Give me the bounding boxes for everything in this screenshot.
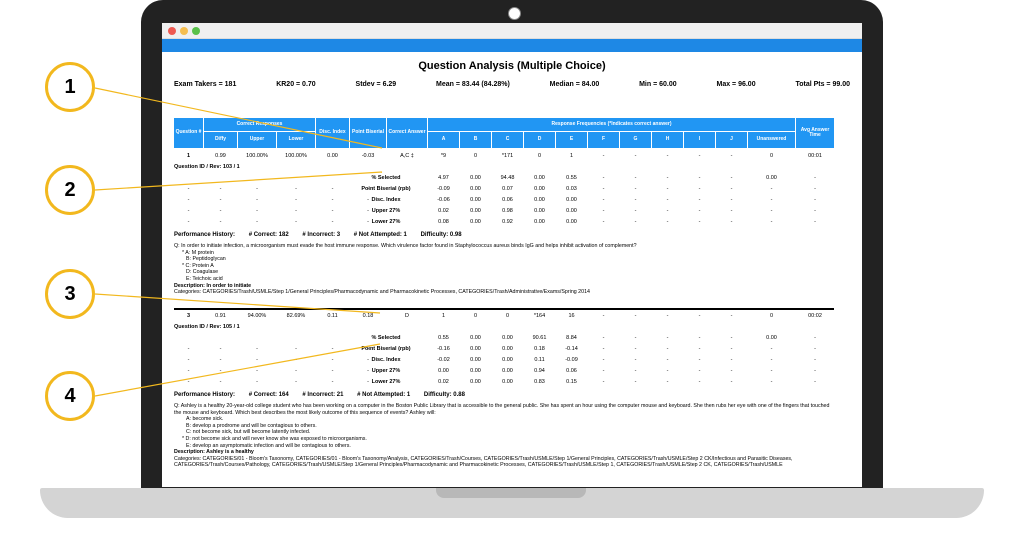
callout-3: 3 (45, 269, 95, 319)
callout-line-1 (94, 87, 383, 149)
callout-line-4 (94, 343, 381, 397)
callout-line-2 (94, 171, 383, 191)
callout-4: 4 (45, 371, 95, 421)
callout-lines (94, 87, 383, 397)
callout-line-3 (94, 293, 381, 314)
callout-1: 1 (45, 62, 95, 112)
callout-2: 2 (45, 165, 95, 215)
